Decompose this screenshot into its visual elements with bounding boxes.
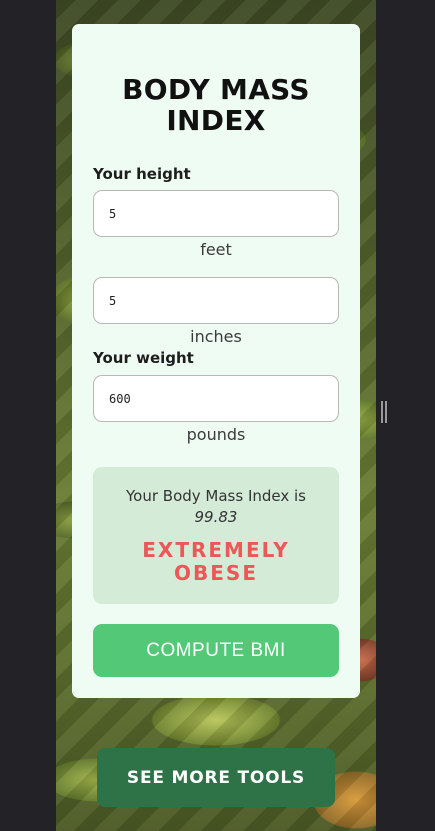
result-panel: Your Body Mass Index is 99.83 EXTREMELY … xyxy=(93,467,339,604)
inches-unit-label: inches xyxy=(190,327,242,346)
result-text: Your Body Mass Index is xyxy=(126,487,306,505)
height-label: Your height xyxy=(93,165,191,183)
feet-unit-label: feet xyxy=(200,240,232,259)
bmi-card: BODY MASS INDEX Your height feet inches … xyxy=(72,24,360,698)
inches-input[interactable] xyxy=(93,277,339,324)
feet-input[interactable] xyxy=(93,190,339,237)
pounds-unit-label: pounds xyxy=(186,425,246,444)
weight-label: Your weight xyxy=(93,349,194,367)
pounds-input[interactable] xyxy=(93,375,339,422)
bmi-category: EXTREMELY OBESE xyxy=(93,539,339,585)
bmi-category-line2: OBESE xyxy=(174,561,258,585)
page-title: BODY MASS INDEX xyxy=(122,73,310,137)
resize-handle-icon[interactable] xyxy=(381,401,387,423)
bmi-value: 99.83 xyxy=(194,508,238,526)
see-more-tools-button[interactable]: SEE MORE TOOLS xyxy=(97,748,335,807)
bmi-category-line1: EXTREMELY xyxy=(142,538,290,562)
compute-bmi-button[interactable]: COMPUTE BMI xyxy=(93,624,339,677)
